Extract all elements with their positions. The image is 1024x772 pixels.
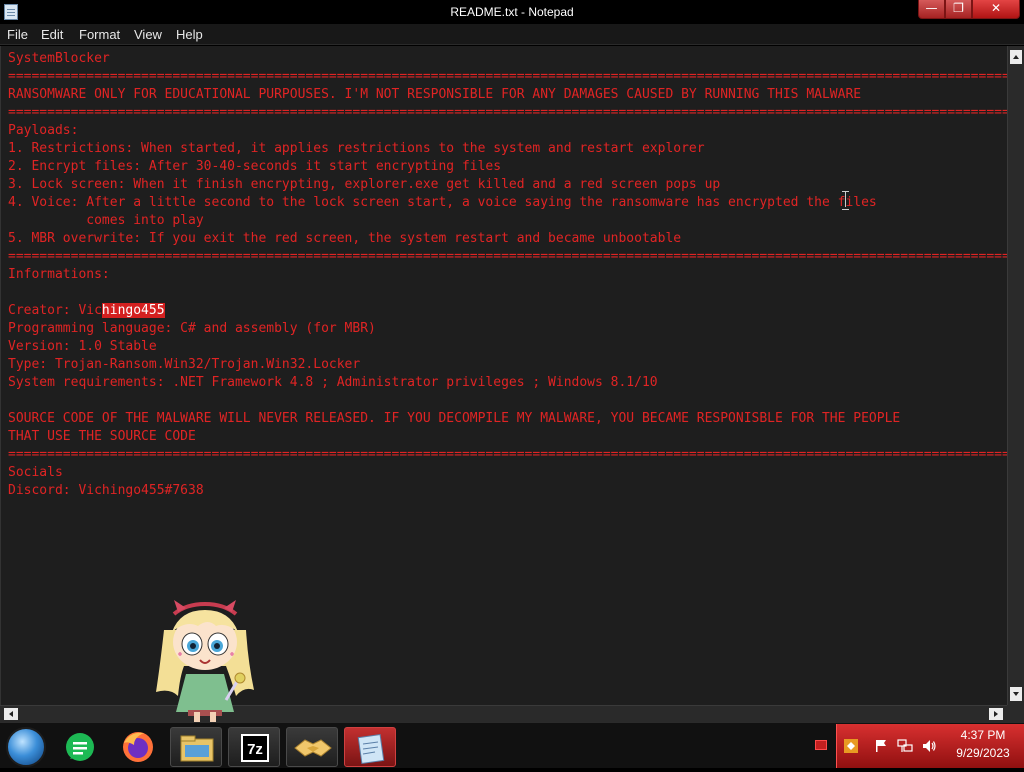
taskbar-firefox[interactable] [112,727,164,767]
text-line: comes into play [8,213,204,228]
menu-edit[interactable]: Edit [41,27,63,42]
text-line: RANSOMWARE ONLY FOR EDUCATIONAL PURPOUSE… [8,87,862,102]
minimize-button[interactable]: — [918,0,945,19]
text-line: Socials [8,465,63,480]
text-line: ========================================… [8,105,1007,120]
text-line: 4. Voice: After a little second to the l… [8,195,877,210]
text-line: SystemBlocker [8,51,110,66]
scroll-up-icon[interactable] [1010,50,1022,64]
menu-help[interactable]: Help [176,27,203,42]
vertical-scrollbar[interactable] [1007,46,1024,705]
folder-icon [180,735,214,762]
text-line: Programming language: C# and assembly (f… [8,321,376,336]
scrollbar-corner [1007,705,1024,722]
7zip-label: 7z [247,741,263,758]
text-line: Informations: [8,267,110,282]
text-line: Discord: Vichingo455#7638 [8,483,204,498]
cartoon-girl-mascot-icon[interactable] [150,596,260,722]
system-tray: 4:37 PM 9/29/2023 [836,724,1024,768]
creator-prefix: Creator: Vic [8,303,102,318]
menu-format[interactable]: Format [79,27,120,42]
text-cursor-icon [841,191,850,210]
scroll-left-icon[interactable] [4,708,18,720]
notepad-app-icon [357,734,385,764]
text-line: Payloads: [8,123,79,138]
menu-bar: File Edit Format View Help [0,24,1024,45]
text-line: Type: Trojan-Ransom.Win32/Trojan.Win32.L… [8,357,361,372]
text-line: 2. Encrypt files: After 30-40-seconds it… [8,159,502,174]
firefox-icon [123,732,153,762]
clock-date[interactable]: 9/29/2023 [945,746,1021,760]
text-line: ========================================… [8,447,1007,462]
text-line: ========================================… [8,69,1007,84]
chat-bubble-icon [66,733,94,761]
text-line: System requirements: .NET Framework 4.8 … [8,375,658,390]
action-center-flag-icon[interactable] [873,738,889,754]
close-button[interactable]: ✕ [972,0,1020,19]
taskbar-file-explorer[interactable] [170,727,222,767]
window-title: README.txt - Notepad [450,5,574,19]
7zip-icon: 7z [241,734,269,762]
text-line: 5. MBR overwrite: If you exit the red sc… [8,231,682,246]
text-line-creator: Creator: Vichingo455 [8,302,165,320]
handshake-icon [294,739,332,757]
scroll-right-icon[interactable] [989,708,1003,720]
scroll-down-icon[interactable] [1010,687,1022,701]
menu-view[interactable]: View [134,27,162,42]
taskbar-handshake-app[interactable] [286,727,338,767]
text-line: Version: 1.0 Stable [8,339,157,354]
taskbar-notepad[interactable] [344,727,396,767]
start-button[interactable] [6,727,46,767]
volume-icon[interactable] [921,738,937,754]
text-line: SOURCE CODE OF THE MALWARE WILL NEVER RE… [8,411,901,426]
text-line: ========================================… [8,249,1007,264]
taskbar-messages[interactable] [56,727,108,767]
text-line: 3. Lock screen: When it finish encryptin… [8,177,721,192]
title-bar[interactable]: README.txt - Notepad — ❐ ✕ [0,0,1024,24]
taskbar-7zip[interactable]: 7z [228,727,280,767]
maximize-button[interactable]: ❐ [945,0,972,19]
network-icon[interactable] [897,738,913,754]
selected-text: hingo455 [101,303,165,318]
show-hidden-icons-button[interactable] [815,740,827,750]
text-line: THAT USE THE SOURCE CODE [8,429,196,444]
menu-file[interactable]: File [7,27,28,42]
text-line: 1. Restrictions: When started, it applie… [8,141,705,156]
security-alert-icon[interactable] [843,738,859,754]
clock-time[interactable]: 4:37 PM [945,728,1021,742]
